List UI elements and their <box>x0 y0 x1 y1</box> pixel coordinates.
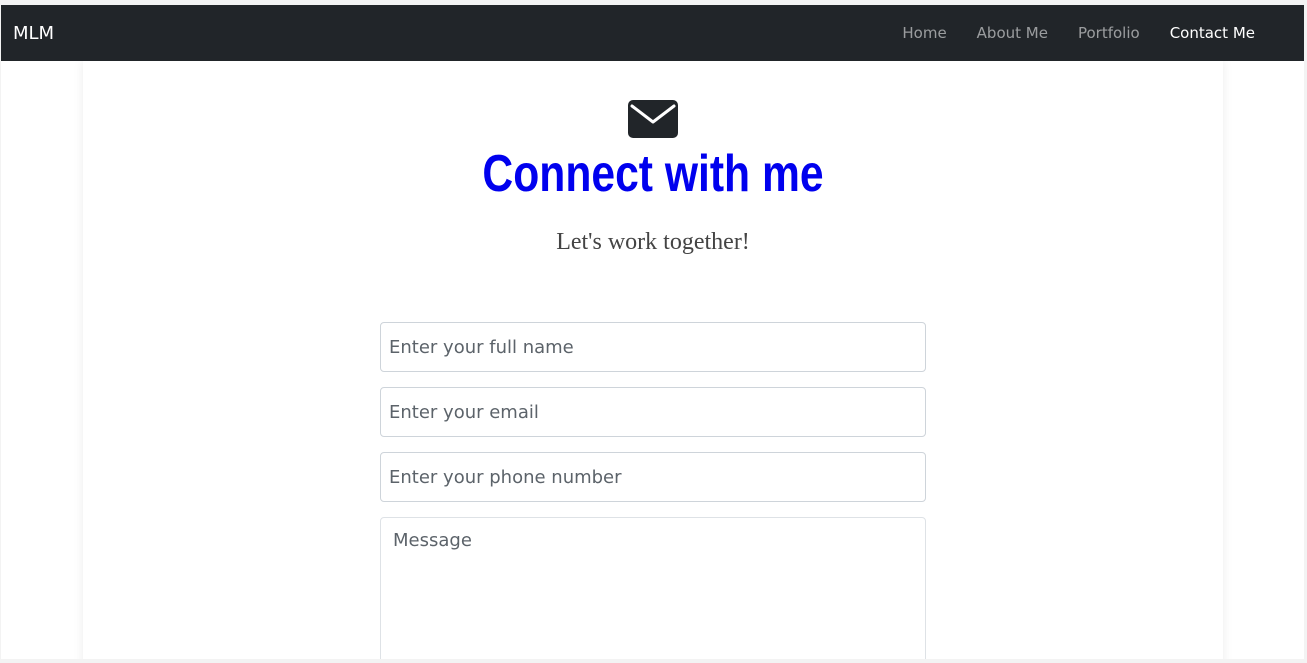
nav-item-portfolio: Portfolio <box>1063 23 1155 43</box>
email-input[interactable] <box>380 387 926 437</box>
page-title: Connect with me <box>482 145 824 203</box>
navbar: MLM Home About Me Portfolio Contact Me <box>1 5 1304 61</box>
bottom-border <box>0 659 1307 663</box>
nav-link-about-me[interactable]: About Me <box>962 24 1063 42</box>
phone-input[interactable] <box>380 452 926 502</box>
message-textarea[interactable] <box>380 517 926 659</box>
nav-item-contact-me: Contact Me <box>1155 23 1270 43</box>
page-subtitle: Let's work together! <box>556 229 750 255</box>
browser-frame: MLM Home About Me Portfolio Contact Me C… <box>0 0 1307 663</box>
nav-link-contact-me[interactable]: Contact Me <box>1155 24 1270 42</box>
nav-item-home: Home <box>887 23 961 43</box>
nav-item-about-me: About Me <box>962 23 1063 43</box>
full-name-input[interactable] <box>380 322 926 372</box>
contact-section: Connect with me Let's work together! <box>83 61 1223 659</box>
nav-link-home[interactable]: Home <box>887 24 961 42</box>
nav-link-portfolio[interactable]: Portfolio <box>1063 24 1155 42</box>
envelope-icon <box>628 100 678 138</box>
nav-links: Home About Me Portfolio Contact Me <box>887 23 1270 43</box>
brand-link[interactable]: MLM <box>13 22 54 46</box>
page-content: Connect with me Let's work together! <box>1 61 1304 659</box>
